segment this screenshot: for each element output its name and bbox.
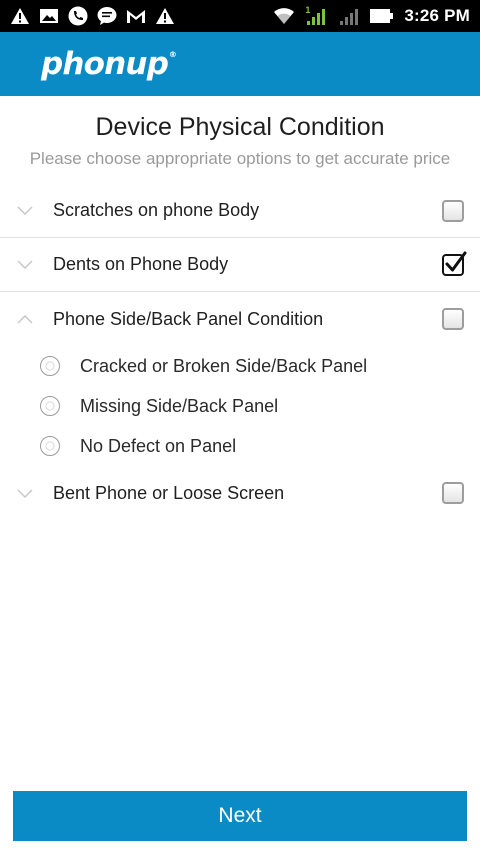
radio-button[interactable] [40, 436, 60, 456]
warning-icon [10, 6, 30, 26]
message-icon [97, 6, 117, 26]
radio-button[interactable] [40, 356, 60, 376]
battery-icon [369, 6, 395, 26]
condition-row-dents[interactable]: Dents on Phone Body [0, 238, 480, 292]
system-icons: 1 3:26 PM [272, 5, 470, 26]
chevron-up-icon[interactable] [15, 314, 35, 324]
condition-label: Phone Side/Back Panel Condition [53, 308, 324, 329]
condition-row-bent-phone[interactable]: Bent Phone or Loose Screen [0, 466, 480, 520]
panel-option-missing[interactable]: Missing Side/Back Panel [40, 392, 278, 420]
gallery-icon [39, 6, 59, 26]
condition-checkbox[interactable] [442, 308, 464, 330]
phonup-logo: phonup ® [41, 46, 177, 82]
registered-mark: ® [168, 50, 177, 59]
signal-sim2-icon [338, 6, 360, 26]
radio-label: No Defect on Panel [80, 435, 237, 456]
condition-row-side-back-panel[interactable]: Phone Side/Back Panel Condition [0, 292, 480, 346]
checkmark-icon [445, 251, 467, 272]
gmail-icon [126, 6, 146, 26]
panel-option-cracked[interactable]: Cracked or Broken Side/Back Panel [40, 352, 367, 380]
condition-label: Dents on Phone Body [53, 254, 229, 274]
radio-button[interactable] [40, 396, 60, 416]
signal-sim1-icon: 1 [305, 5, 329, 26]
condition-checkbox[interactable] [442, 200, 464, 222]
app-header: phonup ® [0, 32, 480, 96]
warning-icon [155, 6, 175, 26]
condition-label: Scratches on phone Body [53, 200, 260, 220]
condition-label: Bent Phone or Loose Screen [53, 482, 285, 503]
status-bar: 1 3:26 PM [0, 0, 480, 32]
condition-row-scratches[interactable]: Scratches on phone Body [0, 184, 480, 238]
phone-call-icon [68, 6, 88, 26]
radio-label: Missing Side/Back Panel [80, 395, 279, 416]
wifi-icon [272, 6, 296, 26]
notification-icons [10, 6, 175, 26]
sim-badge: 1 [305, 5, 311, 15]
condition-checkbox-checked[interactable] [442, 251, 467, 276]
page-title: Device Physical Condition [95, 113, 385, 141]
chevron-down-icon[interactable] [15, 260, 35, 269]
radio-label: Cracked or Broken Side/Back Panel [80, 355, 368, 376]
panel-option-no-defect[interactable]: No Defect on Panel [40, 432, 236, 460]
condition-checkbox[interactable] [442, 482, 464, 504]
chevron-down-icon[interactable] [15, 206, 35, 215]
status-time: 3:26 PM [404, 6, 470, 25]
logo-text: phonup [41, 46, 169, 82]
next-button[interactable]: Next [13, 791, 467, 841]
chevron-down-icon[interactable] [15, 488, 35, 498]
page-subtitle: Please choose appropriate options to get… [29, 149, 451, 168]
